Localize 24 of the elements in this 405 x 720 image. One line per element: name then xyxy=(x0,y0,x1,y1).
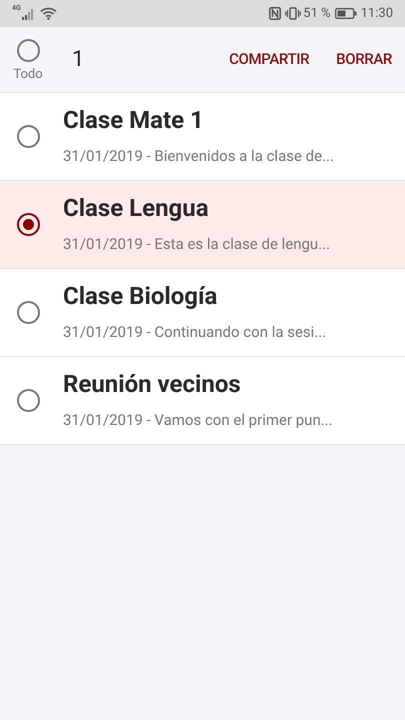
note-preview: 31/01/2019 - Continuando con la sesi... xyxy=(63,322,326,344)
selection-count: 1 xyxy=(72,46,86,74)
note-row[interactable]: Clase Lengua 31/01/2019 - Esta es la clase de lengu... xyxy=(0,181,405,269)
nfc-icon xyxy=(269,7,282,20)
note-title: Reunión vecinos xyxy=(63,369,242,400)
action-button[interactable]: COMPARTIR xyxy=(229,48,310,71)
action-button[interactable]: BORRAR xyxy=(336,48,392,71)
note-preview: 31/01/2019 - Vamos con el primer pun... xyxy=(63,410,333,432)
battery-icon xyxy=(334,8,357,19)
wifi-icon xyxy=(40,7,57,20)
radio-icon xyxy=(16,301,40,324)
note-title: Clase Lengua xyxy=(63,193,210,224)
radio-icon xyxy=(16,213,40,236)
note-preview: 31/01/2019 - Bienvenidos a la clase de... xyxy=(63,146,334,168)
signal-icon xyxy=(22,8,36,20)
radio-icon xyxy=(16,125,40,148)
battery-percent: 51 % xyxy=(303,4,331,23)
note-title: Clase Mate 1 xyxy=(63,105,205,136)
radio-icon xyxy=(16,389,40,412)
note-preview: 31/01/2019 - Esta es la clase de lengu... xyxy=(63,234,330,256)
vibrate-icon xyxy=(285,7,302,20)
clock-time: 11:30 xyxy=(360,4,393,23)
note-title: Clase Biología xyxy=(63,281,218,312)
select-all-toggle[interactable]: Todo xyxy=(0,34,56,84)
